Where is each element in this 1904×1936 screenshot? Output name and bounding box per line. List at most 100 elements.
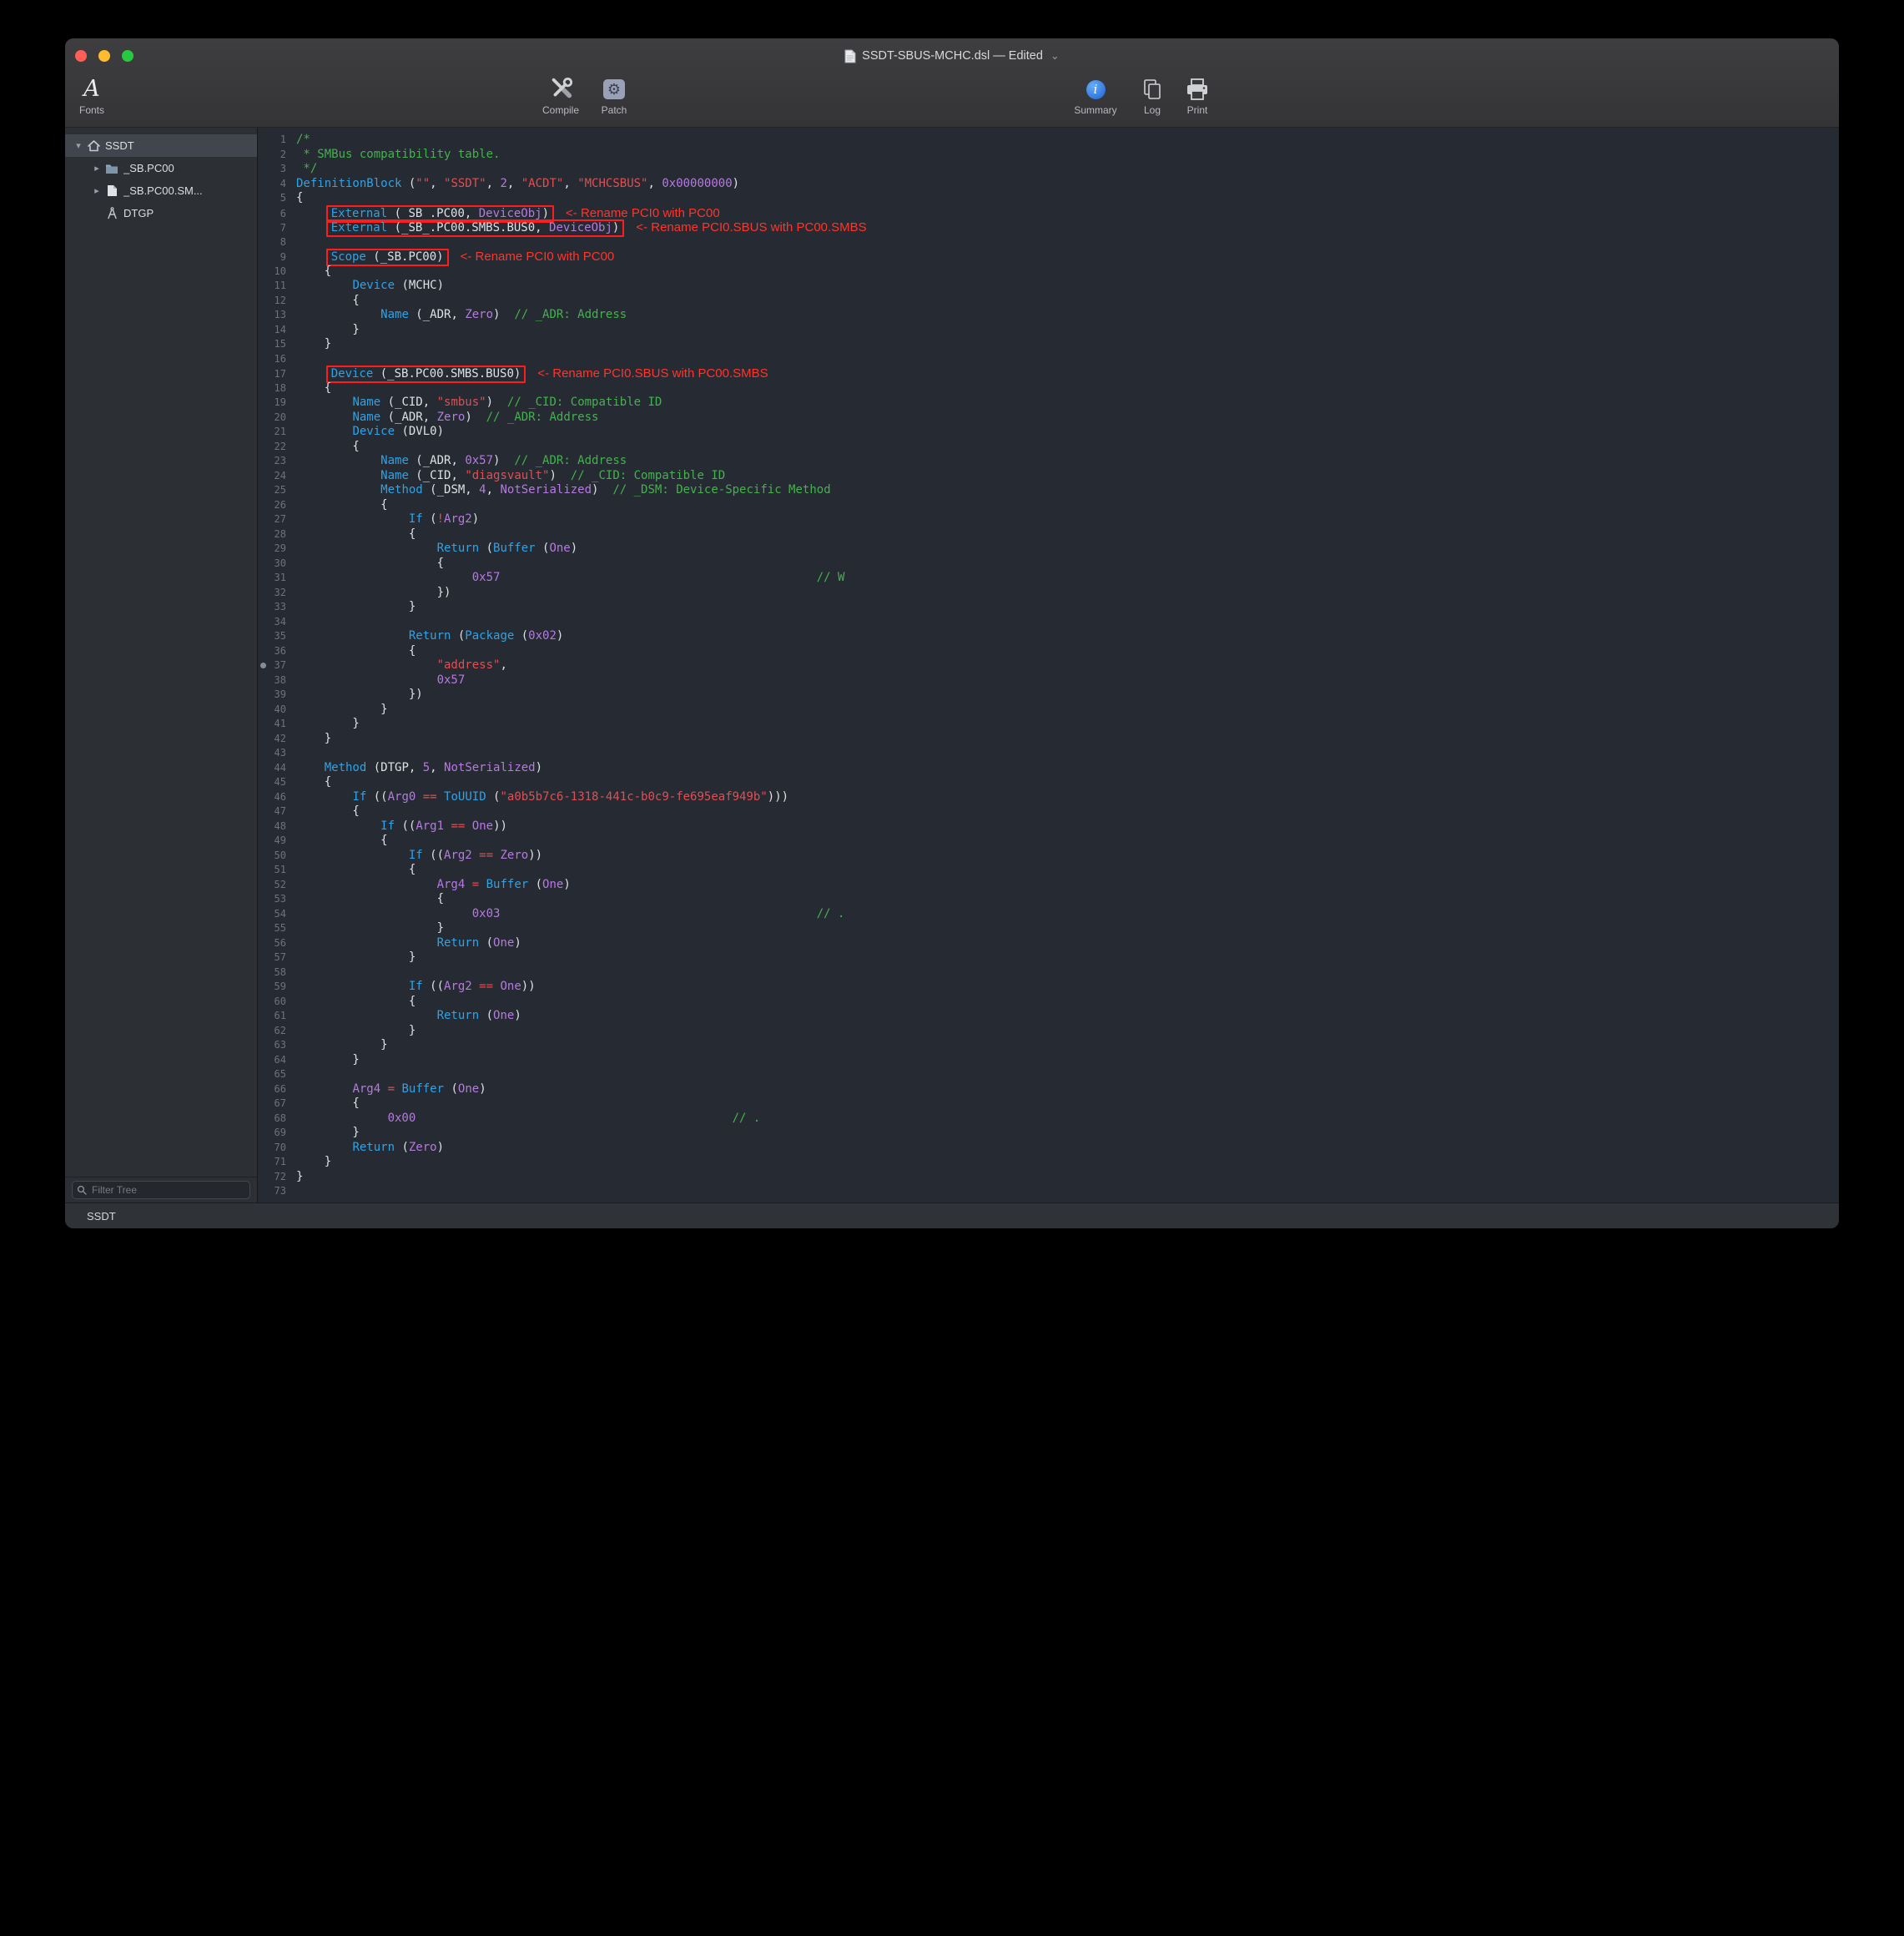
code-line[interactable]: 21 Device (DVL0) (258, 425, 1839, 440)
code-text: Device (_SB.PC00.SMBS.BUS0)<- Rename PCI… (296, 367, 768, 381)
code-line[interactable]: 42 } (258, 732, 1839, 747)
code-line[interactable]: 37 "address", (258, 658, 1839, 673)
close-button[interactable] (75, 50, 87, 62)
code-line[interactable]: 39 }) (258, 688, 1839, 703)
tree-item-sb-pc00-sm[interactable]: ▸ _SB.PC00.SM... (65, 179, 257, 202)
summary-button[interactable]: i Summary (1069, 75, 1122, 125)
code-line[interactable]: 24 Name (_CID, "diagsvault") // _CID: Co… (258, 469, 1839, 484)
code-line[interactable]: 51 { (258, 863, 1839, 878)
code-line[interactable]: 6 External (_SB_.PC00, DeviceObj)<- Rena… (258, 206, 1839, 221)
code-line[interactable]: 71 } (258, 1155, 1839, 1170)
code-line[interactable]: 63 } (258, 1038, 1839, 1053)
code-line[interactable]: 29 Return (Buffer (One) (258, 542, 1839, 557)
code-line[interactable]: 8 (258, 235, 1839, 250)
code-line[interactable]: 52 Arg4 = Buffer (One) (258, 878, 1839, 893)
code-line[interactable]: 25 Method (_DSM, 4, NotSerialized) // _D… (258, 483, 1839, 498)
compile-button[interactable]: Compile (534, 75, 587, 125)
fonts-button[interactable]: A Fonts (65, 75, 118, 125)
code-line[interactable]: 62 } (258, 1024, 1839, 1039)
code-line[interactable]: 18 { (258, 381, 1839, 396)
code-line[interactable]: 69 } (258, 1126, 1839, 1141)
code-line[interactable]: 14 } (258, 323, 1839, 338)
filter-tree-input[interactable] (90, 1183, 245, 1197)
code-line[interactable]: 32 }) (258, 586, 1839, 601)
code-line[interactable]: 23 Name (_ADR, 0x57) // _ADR: Address (258, 454, 1839, 469)
code-line[interactable]: 11 Device (MCHC) (258, 279, 1839, 294)
code-line[interactable]: 68 0x00 // . (258, 1112, 1839, 1127)
code-line[interactable]: 55 } (258, 921, 1839, 936)
code-line[interactable]: 1/* (258, 133, 1839, 148)
filter-tree-field[interactable] (72, 1181, 250, 1199)
tree-item-dtgp[interactable]: DTGP (65, 202, 257, 224)
code-line[interactable]: 70 Return (Zero) (258, 1141, 1839, 1156)
title-chevron-icon[interactable]: ⌄ (1050, 49, 1060, 63)
code-line[interactable]: 31 0x57 // W (258, 571, 1839, 586)
code-line[interactable]: 65 (258, 1067, 1839, 1082)
code-line[interactable]: 56 Return (One) (258, 936, 1839, 951)
code-line[interactable]: 53 { (258, 892, 1839, 907)
code-line[interactable]: 33 } (258, 600, 1839, 615)
code-token: 2 (500, 177, 506, 190)
code-line[interactable]: 45 { (258, 775, 1839, 790)
code-line[interactable]: 43 (258, 746, 1839, 761)
fullscreen-button[interactable] (122, 50, 133, 62)
code-line[interactable]: 34 (258, 615, 1839, 630)
code-line[interactable]: 13 Name (_ADR, Zero) // _ADR: Address (258, 308, 1839, 323)
code-line[interactable]: 40 } (258, 703, 1839, 718)
expander-open-icon[interactable]: ▾ (72, 140, 85, 151)
tree-item-ssdt[interactable]: ▾ SSDT (65, 134, 257, 157)
code-line[interactable]: 57 } (258, 950, 1839, 965)
minimize-button[interactable] (98, 50, 110, 62)
code-line[interactable]: 2 * SMBus compatibility table. (258, 148, 1839, 163)
code-line[interactable]: 9 Scope (_SB.PC00)<- Rename PCI0 with PC… (258, 250, 1839, 265)
code-token: ) (486, 396, 507, 409)
code-line[interactable]: 20 Name (_ADR, Zero) // _ADR: Address (258, 411, 1839, 426)
code-line[interactable]: 41 } (258, 717, 1839, 732)
code-line[interactable]: 72} (258, 1170, 1839, 1185)
code-line[interactable]: 10 { (258, 265, 1839, 280)
code-line[interactable]: 47 { (258, 804, 1839, 819)
code-line[interactable]: 46 If ((Arg0 == ToUUID ("a0b5b7c6-1318-4… (258, 790, 1839, 805)
code-text: }) (296, 586, 451, 599)
tree-item-sb-pc00[interactable]: ▸ _SB.PC00 (65, 157, 257, 179)
code-line[interactable]: 44 Method (DTGP, 5, NotSerialized) (258, 761, 1839, 776)
code-line[interactable]: 30 { (258, 557, 1839, 572)
code-line[interactable]: 66 Arg4 = Buffer (One) (258, 1082, 1839, 1097)
code-line[interactable]: 73 (258, 1184, 1839, 1199)
code-line[interactable]: 35 Return (Package (0x02) (258, 629, 1839, 644)
code-line[interactable]: 12 { (258, 294, 1839, 309)
code-line[interactable]: 36 { (258, 644, 1839, 659)
code-line[interactable]: 58 (258, 965, 1839, 981)
code-line[interactable]: 49 { (258, 834, 1839, 849)
code-line[interactable]: 60 { (258, 995, 1839, 1010)
code-line[interactable]: 22 { (258, 440, 1839, 455)
code-line[interactable]: 4DefinitionBlock ("", "SSDT", 2, "ACDT",… (258, 177, 1839, 192)
patch-button[interactable]: ⚙ Patch (587, 75, 641, 125)
code-line[interactable]: 67 { (258, 1097, 1839, 1112)
code-line[interactable]: 38 0x57 (258, 673, 1839, 688)
code-line[interactable]: 27 If (!Arg2) (258, 512, 1839, 527)
expander-closed-icon[interactable]: ▸ (90, 163, 103, 174)
expander-closed-icon[interactable]: ▸ (90, 185, 103, 196)
code-line[interactable]: 15 } (258, 337, 1839, 352)
code-line[interactable]: 59 If ((Arg2 == One)) (258, 980, 1839, 995)
print-button[interactable]: Print (1171, 75, 1224, 125)
code-line[interactable]: 64 } (258, 1053, 1839, 1068)
code-line[interactable]: 28 { (258, 527, 1839, 542)
code-line[interactable]: 54 0x03 // . (258, 907, 1839, 922)
code-line[interactable]: 5{ (258, 191, 1839, 206)
code-token (416, 1112, 732, 1125)
code-line[interactable]: 19 Name (_CID, "smbus") // _CID: Compati… (258, 396, 1839, 411)
code-line[interactable]: 50 If ((Arg2 == Zero)) (258, 849, 1839, 864)
code-line[interactable]: 3 */ (258, 162, 1839, 177)
code-line[interactable]: 48 If ((Arg1 == One)) (258, 819, 1839, 834)
code-line[interactable]: 26 { (258, 498, 1839, 513)
code-line[interactable]: 61 Return (One) (258, 1009, 1839, 1024)
code-line[interactable]: 17 Device (_SB.PC00.SMBS.BUS0)<- Rename … (258, 366, 1839, 381)
code-token: // . (817, 907, 845, 920)
code-line[interactable]: 7 External (_SB_.PC00.SMBS.BUS0, DeviceO… (258, 220, 1839, 235)
code-editor[interactable]: 1/*2 * SMBus compatibility table.3 */4De… (258, 128, 1839, 1202)
code-line[interactable]: 16 (258, 352, 1839, 367)
rename-annotation: <- Rename PCI0 with PC00 (566, 206, 720, 220)
code-token: ) (557, 629, 563, 643)
